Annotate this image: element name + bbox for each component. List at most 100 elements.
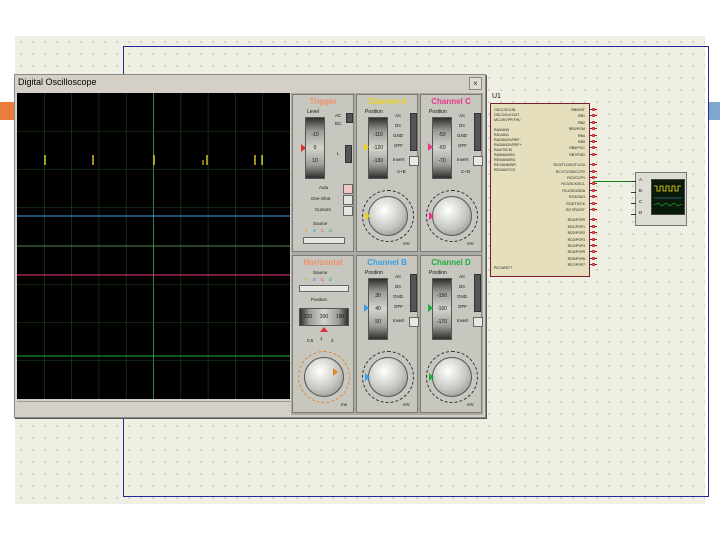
pin-terminal[interactable] xyxy=(592,146,595,150)
channel-b-knob-pointer-icon xyxy=(365,373,370,381)
pin-terminal[interactable] xyxy=(592,108,595,111)
trigger-level-marker-icon xyxy=(301,144,306,152)
signal-wire[interactable] xyxy=(593,181,635,182)
port-label-c: C xyxy=(639,199,643,204)
cursors-button[interactable] xyxy=(343,206,353,216)
left-pin-label: RE1/AN6/WR xyxy=(494,163,516,167)
pin-terminal[interactable] xyxy=(592,152,595,156)
left-pin-label: RA1/AN1 xyxy=(494,133,509,137)
oscilloscope-instrument[interactable]: A B C D xyxy=(631,172,687,226)
channel-a-section: Channel A Position -110 -120 -130 AC DC … xyxy=(356,94,419,252)
right-pin-label: RB1 xyxy=(578,114,585,119)
channel-a-tick: -110 xyxy=(373,132,383,138)
channel-c-knob-pointer-icon xyxy=(429,212,434,220)
pin-terminal[interactable] xyxy=(592,208,595,211)
auto-button[interactable] xyxy=(343,184,353,194)
channel-d-marker-icon xyxy=(428,304,433,312)
channel-c-section: Channel C Position -50 -60 -70 AC DC GND… xyxy=(420,94,483,252)
channel-b-off: OFF xyxy=(394,304,403,309)
channel-c-position-label: Position xyxy=(429,109,447,115)
channel-a-invert-toggle[interactable] xyxy=(409,156,419,166)
channel-d-position-dial[interactable]: -150 -160 -170 xyxy=(432,278,452,340)
channel-b-position-dial[interactable]: 30 40 50 xyxy=(368,278,388,340)
right-pin-label: RB6/PGC xyxy=(569,146,585,151)
channel-b-position-label: Position xyxy=(365,270,383,276)
pin-terminal[interactable] xyxy=(592,256,595,260)
trigger-source-a: A xyxy=(305,228,309,233)
horizontal-scrollbar[interactable] xyxy=(17,401,290,412)
left-pin-label: OSC2/CLKOUT xyxy=(494,113,520,117)
trigger-edge-switch[interactable] xyxy=(345,145,352,163)
channel-b-tick: 50 xyxy=(375,319,381,325)
pin-terminal[interactable] xyxy=(592,224,595,228)
pin-terminal[interactable] xyxy=(592,250,595,254)
one-shot-button[interactable] xyxy=(343,195,353,205)
pin-terminal[interactable] xyxy=(592,169,595,173)
trigger-level-tick: 10 xyxy=(312,158,318,164)
channel-d-unit: mV xyxy=(467,402,474,407)
trigger-source-c: C xyxy=(321,228,325,233)
port-stub xyxy=(631,214,636,215)
trigger-source-slider[interactable] xyxy=(303,237,345,244)
channel-c-unit: mV xyxy=(467,241,474,246)
pin-terminal[interactable] xyxy=(592,201,595,205)
channel-c-coupling-switch[interactable] xyxy=(474,113,481,151)
pin-terminal[interactable] xyxy=(592,114,595,118)
pin-terminal[interactable] xyxy=(592,133,595,137)
time-base-knob[interactable] xyxy=(304,357,344,397)
channel-c-tick: -50 xyxy=(438,132,446,138)
trigger-source-d: D xyxy=(329,228,333,233)
trigger-level-dial[interactable]: -10 0 10 xyxy=(305,117,325,179)
channel-a-tick: -130 xyxy=(372,158,383,164)
pin-terminal[interactable] xyxy=(592,237,595,241)
channel-c-position-dial[interactable]: -50 -60 -70 xyxy=(432,117,452,179)
channel-b-invert-toggle[interactable] xyxy=(409,317,419,327)
channel-b-tick: 40 xyxy=(375,306,381,312)
pin-terminal[interactable] xyxy=(592,140,595,143)
channel-c-invert-toggle[interactable] xyxy=(473,156,483,166)
channel-d-tick: -150 xyxy=(436,293,447,299)
channel-b-coupling-switch[interactable] xyxy=(410,274,417,312)
channel-c-invert-label: Invert xyxy=(457,157,469,162)
horizontal-position-dial[interactable]: 210 200 190 xyxy=(299,308,349,326)
channel-a-coupling-switch[interactable] xyxy=(410,113,417,151)
channel-b-volts-knob[interactable] xyxy=(368,357,408,397)
trigger-level-tick: 0 xyxy=(313,145,317,151)
right-pin-label: RC2/CCP1 xyxy=(567,176,585,180)
oscilloscope-window[interactable]: Digital Oscilloscope × Trigger Level -10… xyxy=(14,74,486,418)
channel-d-coupling-switch[interactable] xyxy=(474,274,481,312)
pin-terminal[interactable] xyxy=(592,244,595,247)
channel-a-position-dial[interactable]: -110 -120 -130 xyxy=(368,117,388,179)
close-button[interactable]: × xyxy=(469,77,482,90)
pin-terminal[interactable] xyxy=(592,231,595,235)
pin-terminal[interactable] xyxy=(592,218,595,222)
channel-c-volts-knob[interactable] xyxy=(432,196,472,236)
window-titlebar[interactable]: Digital Oscilloscope × xyxy=(15,75,485,91)
horizontal-section: Horizontal Source A B C D Position 210 2… xyxy=(292,255,354,413)
pin-terminal[interactable] xyxy=(592,120,595,124)
pin-terminal[interactable] xyxy=(592,263,595,267)
channel-d-title: Channel D xyxy=(431,258,471,267)
pin-terminal[interactable] xyxy=(592,188,595,192)
pin-terminal[interactable] xyxy=(592,195,595,199)
pin-terminal[interactable] xyxy=(592,176,595,179)
channel-c-sum-label: C+D xyxy=(461,169,471,174)
slide-accent-right xyxy=(708,102,720,120)
right-pin-label: RB4 xyxy=(578,133,585,138)
component-body[interactable]: OSC1/CLKIN OSC2/CLKOUT MCLR/VPP/THV RA0/AN0… xyxy=(490,103,590,277)
scope-display[interactable] xyxy=(17,93,290,399)
channel-d-volts-knob[interactable] xyxy=(432,357,472,397)
microcontroller-component[interactable]: U1 OSC1/CLKIN OSC2/CLKOUT MCLR/VPP/THV RA0/… xyxy=(490,93,640,283)
right-pin-label: RC5/SDO xyxy=(569,195,585,200)
pin-terminal[interactable] xyxy=(592,127,595,131)
channel-b-tick: 30 xyxy=(375,293,381,299)
trigger-coupling-switch[interactable] xyxy=(346,113,353,123)
port-stub xyxy=(631,203,636,204)
channel-d-invert-toggle[interactable] xyxy=(473,317,483,327)
horizontal-source-slider[interactable] xyxy=(299,285,349,292)
pin-terminal[interactable] xyxy=(592,182,595,186)
pin-terminal[interactable] xyxy=(592,163,595,167)
channel-c-off: OFF xyxy=(458,143,467,148)
left-pin-label: OSC1/CLKIN xyxy=(494,108,516,112)
channel-a-volts-knob[interactable] xyxy=(368,196,408,236)
